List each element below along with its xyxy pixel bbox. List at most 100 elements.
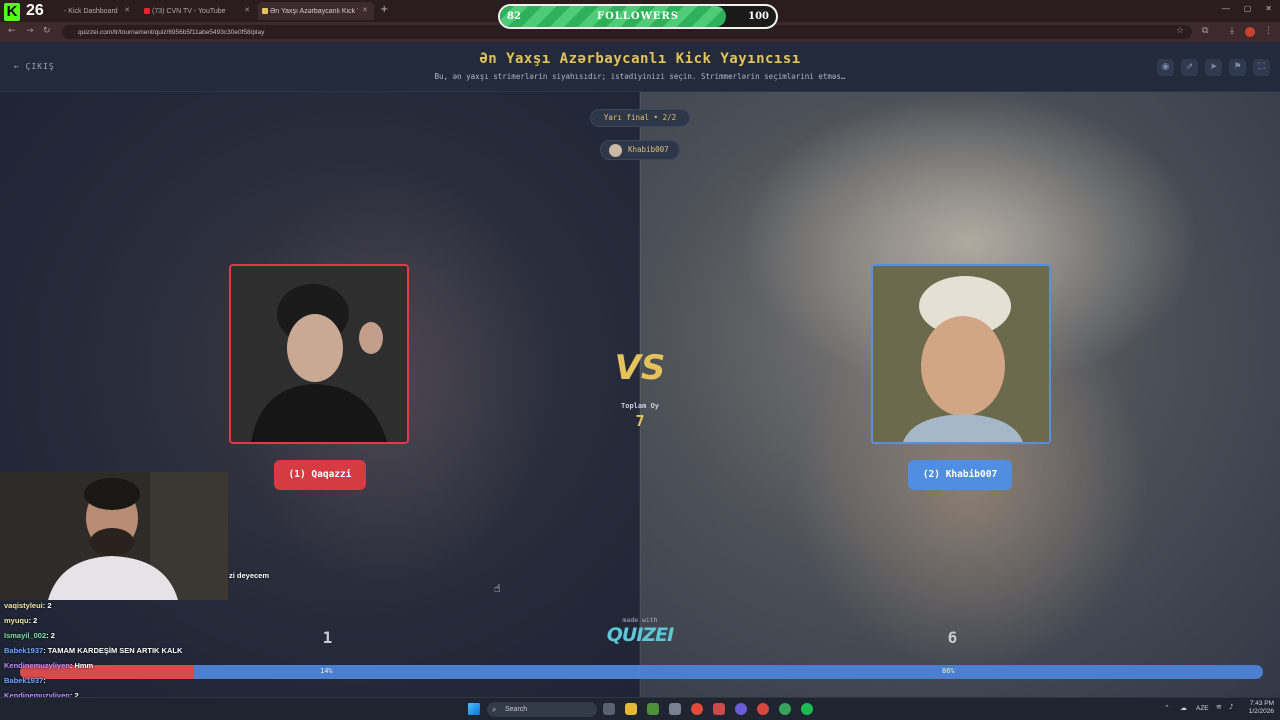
close-icon[interactable]: ✕ [362, 6, 368, 14]
browser-window: - Kick Dashboard ✕ (73) CVN TV - YouTube… [0, 0, 1280, 720]
chrome-icon[interactable] [691, 703, 703, 715]
minimize-icon[interactable]: — [1222, 4, 1230, 13]
input-language[interactable]: AZE [1196, 705, 1209, 712]
fullscreen-icon[interactable]: ⛶ [1253, 59, 1270, 76]
taskbar-search[interactable]: ⌕ Search [487, 702, 597, 717]
app-icon-3[interactable] [779, 703, 791, 715]
app-icon[interactable] [647, 703, 659, 715]
total-votes-value: 7 [635, 412, 645, 430]
vs-emblem: VS [614, 348, 666, 388]
close-icon[interactable]: ✕ [124, 6, 130, 14]
chat-text: zi deyecem [229, 571, 270, 580]
chat-username: Ismayil_002 [4, 631, 47, 640]
profile-avatar[interactable] [1245, 27, 1255, 37]
close-icon[interactable]: ✕ [244, 6, 250, 14]
chevron-up-icon[interactable]: ⌃ [1164, 704, 1170, 712]
search-label: Search [505, 706, 528, 713]
followers-goal-bar: 82 FOLLOWERS 100 [498, 4, 778, 29]
chat-username: vaqistyleui [4, 601, 43, 610]
tab-title: - Kick Dashboard [64, 7, 118, 15]
taskbar: ⌕ Search ⌃ ☁ AZE ≋ ♪ 7:43 PM 1/2/2026 [0, 697, 1280, 720]
chat-text: : 2 [46, 631, 55, 640]
quizei-logo[interactable]: QUIZEI [590, 624, 690, 646]
tab-youtube[interactable]: (73) CVN TV - YouTube ✕ [140, 2, 256, 20]
total-votes-label: Toplam Oy [621, 402, 659, 410]
chat-message: Babek1937: [4, 676, 46, 685]
chat-username: Babek1937 [4, 676, 44, 685]
chat-username: Babek1937 [4, 646, 44, 655]
mouse-pointer-icon: ☝ [494, 582, 501, 595]
clock-time: 7:43 PM [1249, 700, 1274, 707]
close-window-icon[interactable]: ✕ [1265, 4, 1272, 13]
clock-date: 1/2/2026 [1248, 708, 1274, 715]
person-photo-icon [231, 266, 407, 442]
kick-logo: K [4, 3, 20, 21]
chat-message: zi deyecem [229, 571, 269, 580]
extensions-icon[interactable]: ⧉ [1202, 26, 1208, 36]
right-vote-count: 6 [947, 628, 958, 647]
onedrive-icon[interactable]: ☁ [1180, 704, 1187, 712]
chat-text: : TAMAM KARDEŞİM SEN ARTIK KALK [43, 646, 183, 655]
kick-count: 26 [26, 2, 44, 19]
star-icon[interactable]: ☆ [1176, 26, 1184, 36]
uploader-name: Khabib007 [628, 145, 669, 154]
spotify-icon[interactable] [801, 703, 813, 715]
tab-title: Ən Yaxşı Azərbaycanlı Kick Yay [270, 7, 358, 15]
app-icon-2[interactable] [713, 703, 725, 715]
windows-start-icon[interactable] [468, 703, 480, 715]
avatar [609, 144, 622, 157]
chat-text: : Hmm [69, 661, 94, 670]
chat-message: myuqu: 2 [4, 616, 37, 625]
chat-text: : 2 [42, 601, 52, 610]
file-explorer-icon[interactable] [625, 703, 637, 715]
new-tab-button[interactable]: + [380, 4, 388, 15]
volume-icon[interactable]: ♪ [1229, 703, 1233, 711]
eye-icon[interactable]: ◉ [1157, 59, 1174, 76]
window-controls: — ▢ ✕ [1222, 4, 1272, 13]
reload-icon[interactable]: ↻ [43, 26, 51, 36]
chat-text: : 2 [28, 616, 38, 625]
contestant-right-image[interactable] [871, 264, 1051, 444]
chrome-active-icon[interactable] [757, 703, 769, 715]
site-header: ← ÇIKIŞ Ən Yaxşı Azərbaycanlı Kick Yayın… [0, 42, 1280, 92]
page-title: Ən Yaxşı Azərbaycanlı Kick Yayıncısı [479, 51, 801, 67]
wifi-icon[interactable]: ≋ [1216, 703, 1222, 711]
contestant-left-image[interactable] [229, 264, 409, 444]
chat-text: : [43, 676, 46, 685]
download-icon[interactable]: ⤓ [1230, 26, 1234, 36]
made-with-label: made with [622, 616, 658, 624]
vote-left-button[interactable]: (1) Qaqazzi [274, 460, 366, 490]
child-photo-icon [873, 266, 1049, 442]
flag-icon[interactable]: ⚑ [1229, 59, 1246, 76]
followers-goal: 100 [748, 11, 769, 22]
maximize-icon[interactable]: ▢ [1244, 4, 1252, 13]
right-percent: 86% [942, 667, 955, 675]
tab-quiz[interactable]: Ən Yaxşı Azərbaycanlı Kick Yay ✕ [258, 2, 374, 20]
discord-icon[interactable] [735, 703, 747, 715]
back-arrow-icon[interactable]: ← [8, 26, 16, 36]
quizzei-icon [262, 8, 268, 14]
uploader-badge[interactable]: Khabib007 [600, 140, 680, 160]
chat-message: Kendinemuzyliyen: Hmm [4, 661, 93, 670]
store-icon[interactable] [669, 703, 681, 715]
tab-kick-dashboard[interactable]: - Kick Dashboard ✕ [52, 2, 136, 20]
round-badge: Yarı final • 2/2 [590, 109, 690, 127]
send-icon[interactable]: ➤ [1205, 59, 1222, 76]
tab-title: (73) CVN TV - YouTube [152, 7, 226, 15]
task-view-icon[interactable] [603, 703, 615, 715]
chat-message: Ismayil_002: 2 [4, 631, 55, 640]
menu-icon[interactable]: ⋮ [1264, 26, 1273, 36]
chat-message: vaqistyleui: 2 [4, 601, 52, 610]
page-subtitle: Bu, ən yaxşı strimerlərin siyahısıdır; i… [434, 72, 846, 81]
forward-arrow-icon[interactable]: → [26, 26, 34, 36]
clock[interactable]: 7:43 PM 1/2/2026 [1249, 700, 1274, 716]
share-icon[interactable]: ⇗ [1181, 59, 1198, 76]
chat-username: Kendinemuzyliyen [4, 661, 70, 670]
chat-message: Babek1937: TAMAM KARDEŞİM SEN ARTIK KALK [4, 646, 182, 655]
youtube-icon [144, 8, 150, 14]
vote-right-button[interactable]: (2) Khabib007 [908, 460, 1012, 490]
url-text: quizzei.com/tr/tournament/quiz/6956b5f11… [78, 28, 265, 36]
chat-username: myuqu [4, 616, 29, 625]
followers-label: FOLLOWERS [597, 11, 679, 22]
center-divider [639, 92, 641, 697]
